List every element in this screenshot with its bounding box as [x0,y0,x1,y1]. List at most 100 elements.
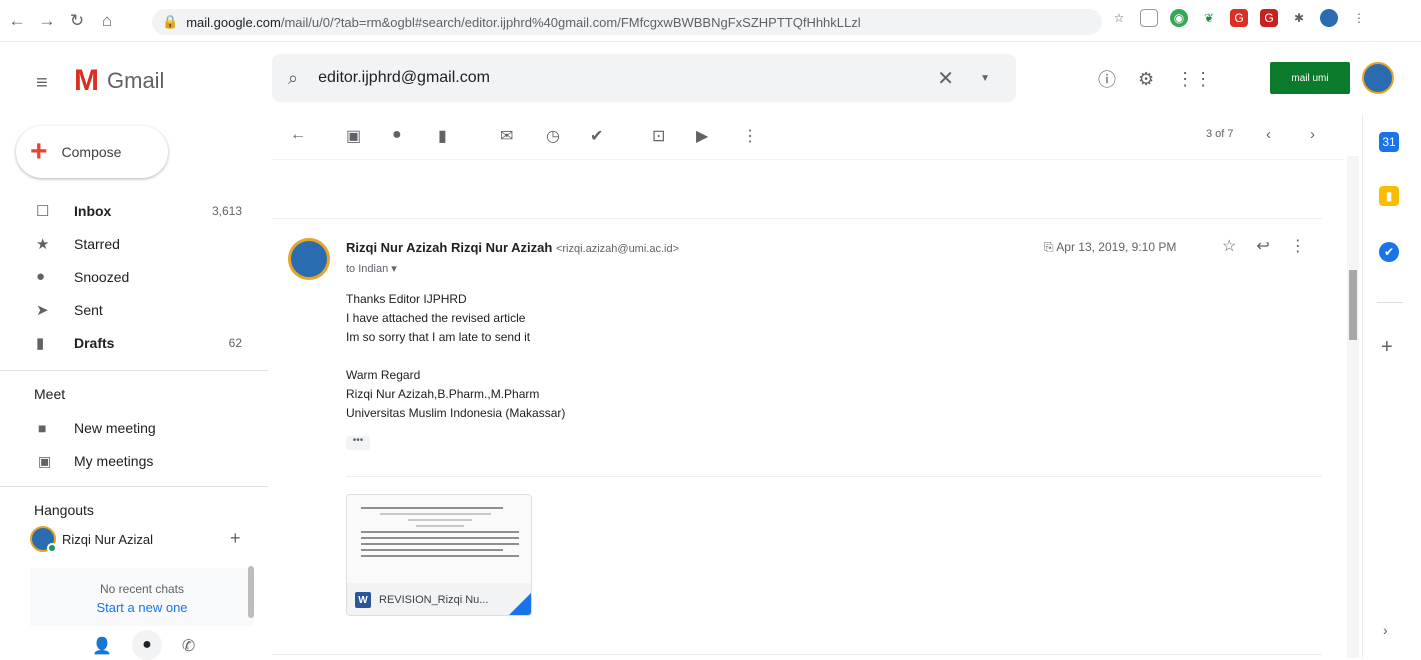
show-trimmed-content[interactable]: ••• [346,436,370,450]
search-icon[interactable]: ⌕ [288,68,298,89]
more-options-icon[interactable]: ⋮ [742,126,758,146]
sidebar-item-label: Sent [74,301,103,318]
message-more-icon[interactable]: ⋮ [1290,236,1306,256]
new-meeting-item[interactable]: ■ New meeting [0,412,268,444]
chat-scrollbar[interactable] [248,566,254,618]
older-chevron-icon[interactable]: › [1310,126,1315,143]
tasks-app-icon[interactable]: ✔ [1379,242,1399,262]
sender-email: <rizqi.azizah@umi.ac.id> [555,243,680,255]
org-logo-badge[interactable]: mail umi [1270,62,1350,94]
report-spam-icon[interactable]: ● [392,126,402,144]
divider [1377,302,1403,303]
move-to-icon[interactable]: ⊡ [652,126,665,146]
recipient-details[interactable]: to Indian ▾ [346,262,397,275]
url-path: /mail/u/0/?tab=rm&ogbl#search/editor.ijp… [280,14,861,30]
body-line: Universitas Muslim Indonesia (Makassar) [346,406,566,420]
search-bar[interactable]: ⌕ editor.ijphrd@gmail.com ✕ ▼ [272,54,1016,102]
sidebar-item-inbox[interactable]: ☐ Inbox 3,613 [0,194,268,227]
back-icon[interactable]: ← [4,8,30,34]
attachment-filename: REVISION_Rizqi Nu... [379,594,489,606]
meet-section-title: Meet [34,386,66,402]
reply-icon[interactable]: ↩ [1256,236,1269,256]
sender-avatar[interactable] [288,238,330,280]
star-message-icon[interactable]: ☆ [1222,236,1236,256]
clear-search-icon[interactable]: ✕ [937,66,954,91]
chat-bubble-icon[interactable]: ● [131,630,162,660]
gmail-wordmark: Gmail [107,68,165,93]
sidebar-item-starred[interactable]: ★ Starred [0,227,268,260]
hangouts-user-name: Rizqi Nur Azizal [62,531,154,547]
main-menu-icon[interactable]: ≡ [36,72,48,95]
delete-icon[interactable]: ▮ [438,126,447,146]
profile-avatar-icon[interactable] [1320,9,1338,27]
message-body: Thanks Editor IJPHRD I have attached the… [346,290,565,423]
label-icon[interactable]: ▶ [696,126,708,146]
account-avatar[interactable] [1362,62,1394,94]
apps-grid-icon[interactable]: ⋮⋮ [1176,69,1212,90]
search-options-icon[interactable]: ▼ [980,73,990,84]
phone-icon[interactable]: ✆ [182,636,195,660]
extension-green-icon[interactable]: ◉ [1170,9,1188,27]
search-input[interactable]: editor.ijphrd@gmail.com [318,69,490,87]
url-host: mail.google.com [186,14,281,30]
sender-name[interactable]: Rizqi Nur Azizah Rizqi Nur Azizah [346,240,552,255]
hangouts-section-title: Hangouts [34,502,94,518]
extension-red-icon[interactable]: G [1230,9,1248,27]
person-icon[interactable]: 👤 [92,636,112,660]
pagination-count: 3 of 7 [1206,128,1234,140]
add-chat-icon[interactable]: + [230,528,241,549]
newer-chevron-icon[interactable]: ‹ [1266,126,1271,143]
sidebar-item-snoozed[interactable]: ● Snoozed [0,260,268,293]
lock-icon: 🔒 [162,14,179,29]
attachment-preview [347,495,531,583]
back-arrow-icon[interactable]: ← [290,126,306,144]
extension-red2-icon[interactable]: G [1260,9,1278,27]
address-bar[interactable]: 🔒 mail.google.com /mail/u/0/?tab=rm&ogbl… [152,9,1102,35]
get-addons-icon[interactable]: + [1381,336,1393,359]
body-line: Thanks Editor IJPHRD [346,292,467,306]
home-icon[interactable]: ⌂ [94,8,120,34]
archive-icon[interactable]: ▣ [346,126,361,146]
sidebar-item-label: Starred [74,235,120,252]
message-date-text: Apr 13, 2019, 9:10 PM [1056,240,1177,254]
message-date: ⎘ Apr 13, 2019, 9:10 PM [1044,240,1176,255]
sidebar-item-label: Snoozed [74,268,130,285]
message-actions: ☆ ↩ ⋮ [1222,236,1306,256]
gmail-logo[interactable]: M Gmail [74,64,164,98]
body-line: Im so sorry that I am late to send it [346,330,531,344]
start-new-chat-link[interactable]: Start a new one [30,600,254,615]
settings-gear-icon[interactable]: ⚙ [1138,69,1154,90]
extension-doc-icon[interactable] [1140,9,1158,27]
bookmark-star-icon[interactable]: ☆ [1110,9,1128,27]
compose-button[interactable]: + Compose [16,126,168,178]
reload-icon[interactable]: ↻ [64,8,90,34]
expand-panel-icon[interactable]: › [1383,622,1388,638]
mark-unread-icon[interactable]: ✉ [500,126,513,146]
scrollbar-thumb[interactable] [1349,270,1357,340]
snooze-icon[interactable]: ◷ [546,126,560,146]
divider [272,654,1322,655]
message-view: ← ▣ ● ▮ ✉ ◷ ✔ ⊡ ▶ ⋮ 3 of 7 ‹ › Rizqi Nur… [272,114,1345,658]
my-meetings-item[interactable]: ▣ My meetings [0,445,268,477]
sidebar-item-sent[interactable]: ➤ Sent [0,293,268,326]
gmail-header: ≡ M Gmail ⌕ editor.ijphrd@gmail.com ✕ ▼ … [0,42,1421,114]
attachment-card[interactable]: W REVISION_Rizqi Nu... [346,494,532,616]
forward-icon[interactable]: → [34,8,60,34]
draft-icon: ▮ [36,334,45,352]
help-icon[interactable]: ⓘ [1098,66,1116,92]
clock-icon: ● [36,268,46,285]
mail-folders: ☐ Inbox 3,613 ★ Starred ● Snoozed ➤ Sent… [0,194,268,359]
hangouts-user[interactable]: Rizqi Nur Azizal [30,526,154,553]
extension-leaf-icon[interactable]: ❦ [1200,9,1218,27]
add-to-tasks-icon[interactable]: ✔ [590,126,603,146]
keep-app-icon[interactable]: ▮ [1379,186,1399,206]
message-scrollbar[interactable] [1347,156,1359,658]
calendar-app-icon[interactable]: 31 [1379,132,1399,152]
divider [0,370,268,371]
extensions-puzzle-icon[interactable]: ✱ [1290,9,1308,27]
left-sidebar: + Compose ☐ Inbox 3,613 ★ Starred ● Snoo… [0,114,268,660]
compose-plus-icon: + [30,135,48,168]
sidebar-item-drafts[interactable]: ▮ Drafts 62 [0,326,268,359]
message-toolbar: ← ▣ ● ▮ ✉ ◷ ✔ ⊡ ▶ ⋮ 3 of 7 ‹ › [272,114,1345,160]
browser-menu-icon[interactable]: ⋮ [1350,9,1368,27]
